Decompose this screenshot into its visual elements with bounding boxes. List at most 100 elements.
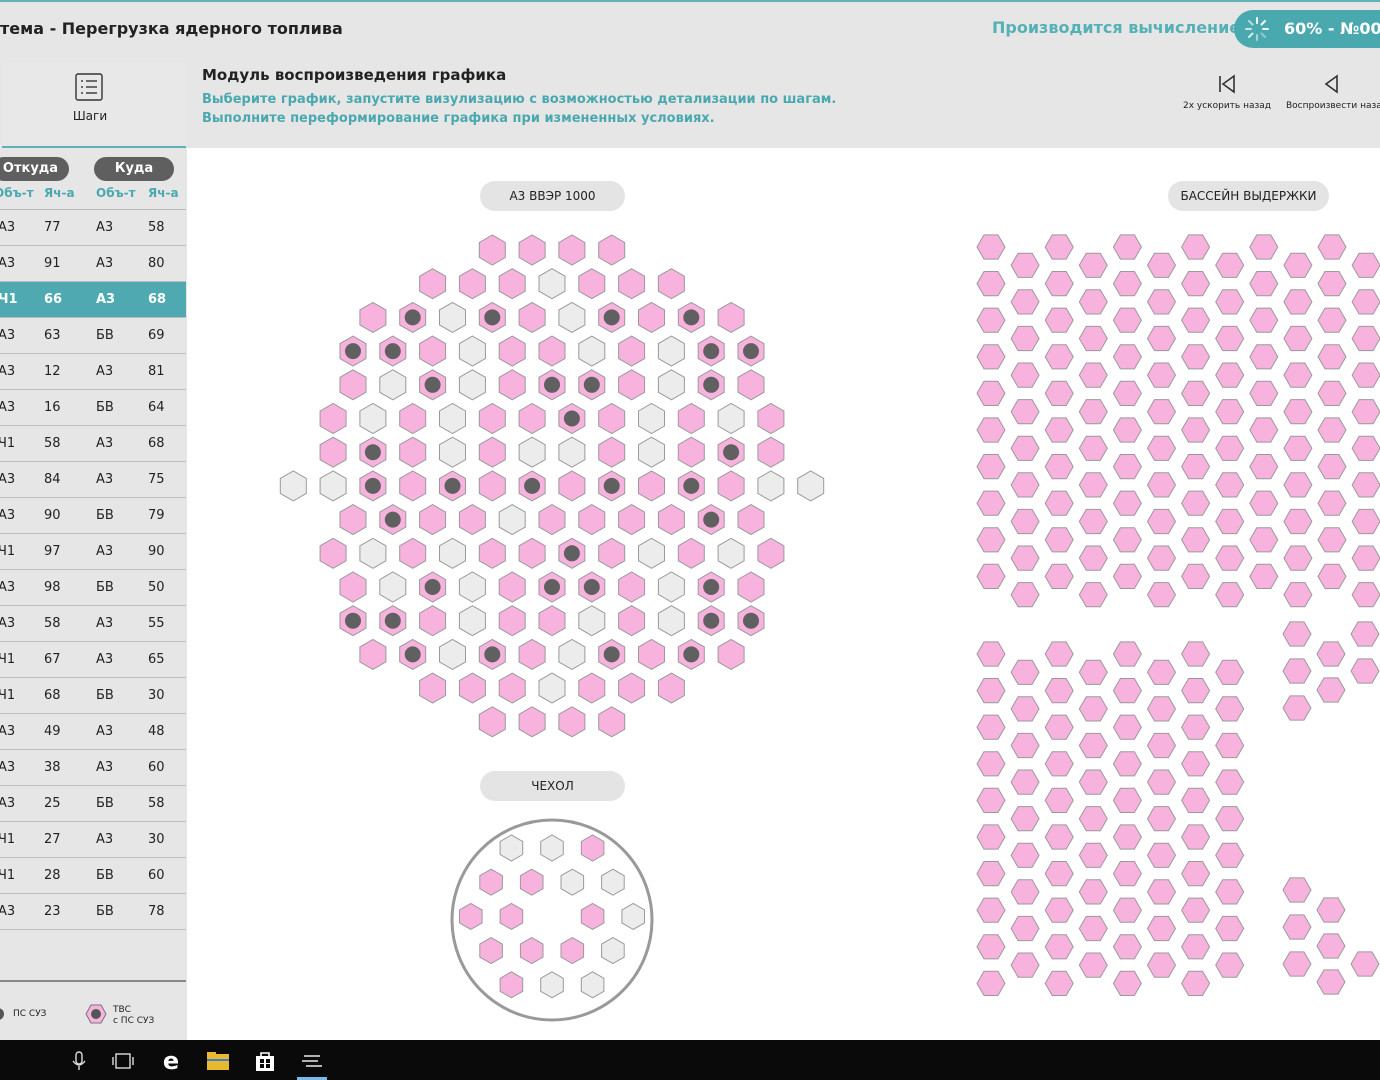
pool-cell[interactable] <box>1317 271 1347 297</box>
core-cell[interactable] <box>458 369 486 401</box>
pool-cell[interactable] <box>1249 527 1279 553</box>
pool-cell[interactable] <box>1282 695 1312 721</box>
pool-cell[interactable] <box>1215 508 1245 535</box>
pool-cell[interactable] <box>1317 344 1347 370</box>
core-cell[interactable] <box>757 436 785 468</box>
core-cell[interactable] <box>717 470 745 502</box>
pool-cell[interactable] <box>976 380 1006 406</box>
pool-cell[interactable] <box>1044 307 1074 333</box>
pool-cell[interactable] <box>1283 252 1313 278</box>
pool-cell[interactable] <box>1181 271 1211 297</box>
pool-cell[interactable] <box>1112 380 1142 406</box>
table-row[interactable]: А3 58 А3 55 <box>0 606 186 642</box>
pool-cell[interactable] <box>1078 696 1108 722</box>
core-cell[interactable] <box>379 369 407 401</box>
pool-cell[interactable] <box>1215 769 1245 795</box>
pool-cell[interactable] <box>1146 879 1177 905</box>
core-cell[interactable] <box>498 672 526 704</box>
core-cell[interactable] <box>439 301 466 333</box>
pool-cell[interactable] <box>1078 842 1108 868</box>
pool-cell[interactable] <box>1350 951 1380 977</box>
pool-cell[interactable] <box>1044 417 1074 443</box>
core-cell[interactable] <box>578 268 606 300</box>
pool-cell[interactable] <box>1181 970 1211 996</box>
pool-cell[interactable] <box>1078 435 1108 461</box>
core-cell[interactable] <box>439 537 466 569</box>
pool-cell[interactable] <box>1249 563 1279 589</box>
pool-cell[interactable] <box>1146 435 1177 461</box>
core-cell[interactable] <box>399 436 427 468</box>
table-row[interactable]: А3 84 А3 75 <box>0 462 186 498</box>
pool-cell[interactable] <box>1351 472 1380 498</box>
pool-cell[interactable] <box>1044 344 1074 370</box>
cover-cell[interactable] <box>540 834 564 862</box>
core-cell[interactable] <box>518 436 546 468</box>
pool-cell[interactable] <box>1181 344 1211 370</box>
pool-cell[interactable] <box>1215 806 1245 832</box>
core-cell[interactable] <box>618 335 646 367</box>
pool-cell[interactable] <box>1010 472 1040 498</box>
pool-cell[interactable] <box>1010 582 1040 608</box>
pool-cell[interactable] <box>1112 527 1142 553</box>
play-back-button[interactable]: Воспроизвести назад <box>1286 73 1380 123</box>
pool-cell[interactable] <box>1317 490 1347 516</box>
pool-cell[interactable] <box>1282 914 1312 940</box>
pool-cell[interactable] <box>1249 234 1279 260</box>
core-cell[interactable] <box>359 638 387 670</box>
table-row[interactable]: А3 49 А3 48 <box>0 714 186 750</box>
pool-cell[interactable] <box>1010 325 1040 352</box>
file-explorer-icon[interactable] <box>205 1048 231 1074</box>
pool-cell[interactable] <box>1010 806 1040 832</box>
cover-cell[interactable] <box>459 902 483 930</box>
core-cell[interactable] <box>638 470 665 502</box>
pool-cell[interactable] <box>1112 678 1142 704</box>
pool-cell[interactable] <box>1044 751 1074 777</box>
pool-cell[interactable] <box>1215 325 1245 352</box>
pool-cell[interactable] <box>1181 824 1211 850</box>
core-cell[interactable] <box>618 369 646 401</box>
pool-cell[interactable] <box>976 344 1006 370</box>
pool-cell[interactable] <box>1249 271 1279 297</box>
cover-cell[interactable] <box>601 937 625 965</box>
core-cell[interactable] <box>498 504 526 536</box>
core-cell[interactable] <box>399 537 427 569</box>
pool-cell[interactable] <box>1146 806 1177 832</box>
pool-cell[interactable] <box>1112 787 1142 813</box>
core-cell[interactable] <box>319 436 347 468</box>
core-cell[interactable] <box>478 537 506 569</box>
core-cell[interactable] <box>578 672 606 704</box>
pool-cell[interactable] <box>1215 362 1245 388</box>
cover-cell[interactable] <box>499 834 524 862</box>
core-cell[interactable] <box>657 571 685 603</box>
pool-cell[interactable] <box>1317 307 1347 333</box>
pool-cell[interactable] <box>1181 678 1211 704</box>
pool-cell[interactable] <box>976 417 1006 443</box>
pool-cell[interactable] <box>1215 252 1245 278</box>
core-cell[interactable] <box>458 672 486 704</box>
core-cell[interactable] <box>458 268 486 300</box>
pool-cell[interactable] <box>976 234 1006 260</box>
table-row[interactable]: Ч1 67 А3 65 <box>0 642 186 678</box>
pool-cell[interactable] <box>1283 399 1313 425</box>
pool-cell[interactable] <box>976 970 1006 996</box>
core-cell[interactable] <box>677 402 705 435</box>
pool-cell[interactable] <box>1350 621 1380 647</box>
core-cell[interactable] <box>757 537 785 569</box>
pool-cell[interactable] <box>1351 325 1380 352</box>
fast-back-button[interactable]: 2х ускорить назад <box>1181 73 1273 123</box>
table-row[interactable]: А3 90 БВ 79 <box>0 498 186 534</box>
table-row[interactable]: Ч1 28 БВ 60 <box>0 858 186 894</box>
pool-cell[interactable] <box>1282 877 1312 903</box>
pool-cell[interactable] <box>1316 969 1346 995</box>
cover-cell[interactable] <box>560 937 585 965</box>
pool-cell[interactable] <box>976 861 1006 887</box>
core-cell[interactable] <box>319 537 347 569</box>
core-cell[interactable] <box>458 571 486 603</box>
pool-cell[interactable] <box>1146 508 1177 535</box>
pool-cell[interactable] <box>1215 399 1245 425</box>
table-row[interactable]: А3 91 А3 80 <box>0 246 186 282</box>
pool-cell[interactable] <box>1146 362 1177 388</box>
core-cell[interactable] <box>558 436 586 468</box>
core-cell[interactable] <box>419 335 447 367</box>
pool-cell[interactable] <box>1112 824 1142 850</box>
